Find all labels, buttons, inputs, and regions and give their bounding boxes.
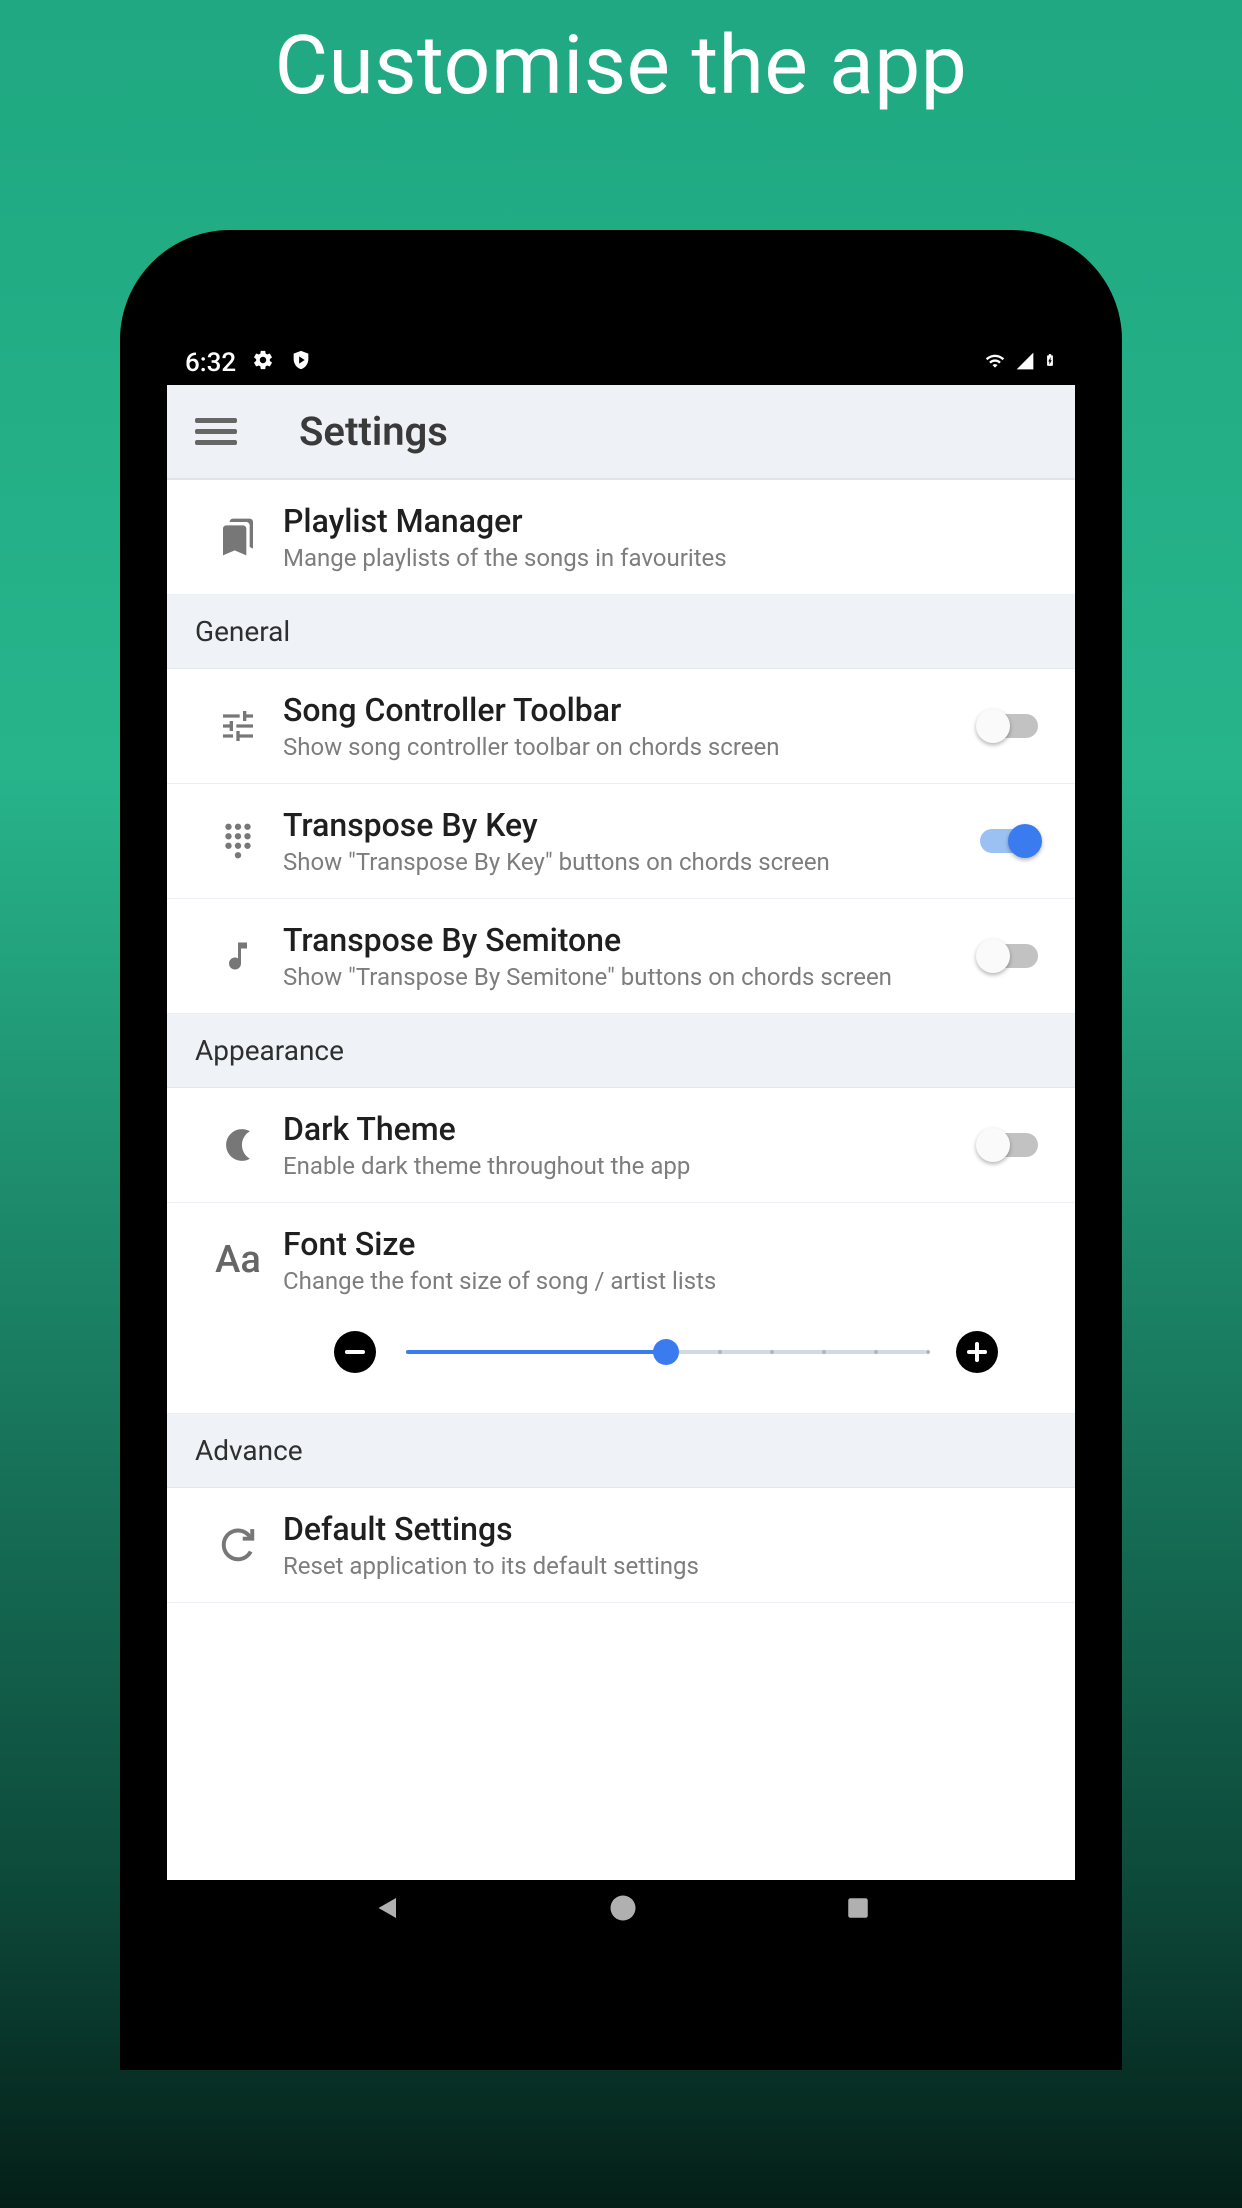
dark-theme-row[interactable]: Dark Theme Enable dark theme throughout … — [167, 1088, 1075, 1203]
row-title: Transpose By Key — [283, 806, 969, 844]
font-icon: Aa — [193, 1238, 283, 1282]
font-increase-button[interactable] — [956, 1331, 998, 1373]
playlist-manager-row[interactable]: Playlist Manager Mange playlists of the … — [167, 480, 1075, 595]
default-settings-row[interactable]: Default Settings Reset application to it… — [167, 1488, 1075, 1603]
row-subtitle: Mange playlists of the songs in favourit… — [283, 544, 1049, 572]
music-note-icon — [193, 938, 283, 974]
sliders-icon — [193, 706, 283, 746]
settings-list[interactable]: Playlist Manager Mange playlists of the … — [167, 480, 1075, 1880]
promo-title: Customise the app — [0, 0, 1242, 114]
row-subtitle: Show song controller toolbar on chords s… — [283, 733, 969, 761]
transpose-semitone-toggle[interactable] — [980, 944, 1038, 968]
font-size-row: Aa Font Size Change the font size of son… — [167, 1203, 1075, 1414]
section-advance: Advance — [167, 1414, 1075, 1488]
row-subtitle: Enable dark theme throughout the app — [283, 1152, 969, 1180]
nav-home-button[interactable] — [608, 1893, 638, 1927]
slider-thumb[interactable] — [653, 1339, 679, 1365]
row-title: Dark Theme — [283, 1110, 969, 1148]
phone-frame: 6:32 — [120, 230, 1122, 2070]
app-bar: Settings — [167, 385, 1075, 480]
transpose-semitone-row[interactable]: Transpose By Semitone Show "Transpose By… — [167, 899, 1075, 1014]
row-title: Playlist Manager — [283, 502, 1049, 540]
moon-icon — [193, 1126, 283, 1164]
row-subtitle: Show "Transpose By Semitone" buttons on … — [283, 963, 969, 991]
page-title: Settings — [299, 408, 448, 455]
transpose-key-row[interactable]: Transpose By Key Show "Transpose By Key"… — [167, 784, 1075, 899]
nav-bar — [167, 1880, 1075, 1940]
row-subtitle: Show "Transpose By Key" buttons on chord… — [283, 848, 969, 876]
row-title: Font Size — [283, 1225, 1049, 1263]
section-general: General — [167, 595, 1075, 669]
row-title: Transpose By Semitone — [283, 921, 969, 959]
reset-icon — [193, 1526, 283, 1564]
screen: 6:32 — [167, 340, 1075, 1940]
gear-icon — [252, 348, 274, 378]
menu-icon[interactable] — [195, 412, 237, 451]
row-subtitle: Change the font size of song / artist li… — [283, 1267, 1049, 1295]
wifi-icon — [983, 348, 1007, 378]
row-title: Song Controller Toolbar — [283, 691, 969, 729]
status-bar: 6:32 — [167, 340, 1075, 385]
row-subtitle: Reset application to its default setting… — [283, 1552, 1049, 1580]
shield-play-icon — [290, 348, 312, 378]
dialpad-icon — [193, 822, 283, 860]
dark-theme-toggle[interactable] — [980, 1133, 1038, 1157]
status-time: 6:32 — [185, 348, 236, 378]
row-title: Default Settings — [283, 1510, 1049, 1548]
font-size-slider[interactable] — [406, 1332, 926, 1372]
nav-recents-button[interactable] — [845, 1895, 871, 1925]
song-controller-row[interactable]: Song Controller Toolbar Show song contro… — [167, 669, 1075, 784]
nav-back-button[interactable] — [371, 1893, 401, 1927]
signal-icon — [1015, 348, 1035, 378]
font-decrease-button[interactable] — [334, 1331, 376, 1373]
transpose-key-toggle[interactable] — [980, 829, 1038, 853]
section-appearance: Appearance — [167, 1014, 1075, 1088]
battery-icon — [1043, 348, 1057, 378]
song-controller-toggle[interactable] — [980, 714, 1038, 738]
bookmark-icon — [193, 517, 283, 557]
